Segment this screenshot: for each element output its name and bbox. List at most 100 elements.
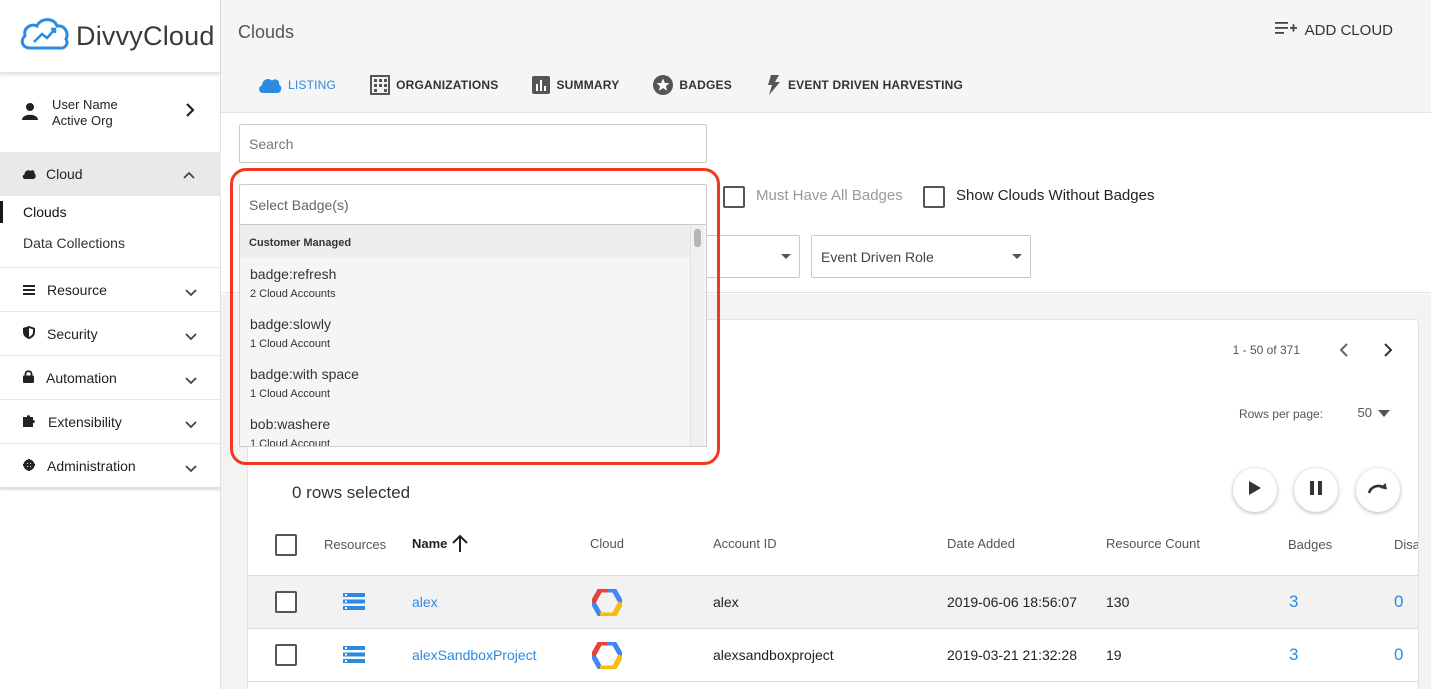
rows-per-page-select[interactable]: 50	[1358, 405, 1390, 420]
tab-label: SUMMARY	[556, 78, 620, 92]
previous-page-icon[interactable]	[1338, 342, 1350, 363]
table-row[interactable]: alex alex 2019-06-06 18:56:07 130 3 0	[248, 576, 1418, 629]
date-added: 2019-03-21 21:32:28	[947, 647, 1077, 663]
tab-listing[interactable]: LISTING	[258, 75, 336, 95]
tab-organizations[interactable]: ORGANIZATIONS	[370, 75, 498, 95]
show-without-badges-label: Show Clouds Without Badges	[956, 187, 1155, 204]
badges-count-link[interactable]: 3	[1289, 592, 1298, 612]
gear-icon	[23, 458, 35, 474]
column-header-date-added[interactable]: Date Added	[947, 536, 1015, 551]
badge-option-subtitle: 1 Cloud Account	[250, 338, 331, 350]
resource-count: 19	[1106, 647, 1122, 663]
resource-count: 130	[1106, 594, 1130, 610]
badges-count-link[interactable]: 3	[1289, 645, 1298, 665]
google-cloud-icon	[590, 640, 624, 674]
sidebar-item-resource[interactable]: Resource	[0, 267, 221, 311]
user-menu[interactable]: User Name Active Org	[0, 84, 221, 142]
chevron-down-icon	[185, 372, 197, 388]
pause-button[interactable]	[1294, 468, 1338, 512]
caret-down-icon	[781, 254, 791, 259]
row-checkbox[interactable]	[275, 644, 297, 666]
building-icon	[370, 75, 391, 95]
star-badge-icon	[653, 75, 674, 95]
tab-label: ORGANIZATIONS	[396, 78, 499, 92]
lightning-icon	[766, 75, 782, 95]
sidebar-item-label: Automation	[46, 369, 117, 386]
tab-label: BADGES	[679, 78, 732, 92]
chevron-down-icon	[185, 328, 197, 344]
show-without-badges-checkbox[interactable]	[923, 186, 945, 208]
sidebar: DivvyCloud User Name Active Org Cloud Cl…	[0, 0, 221, 689]
badge-option-subtitle: 2 Cloud Accounts	[250, 288, 336, 300]
google-cloud-icon	[590, 587, 624, 621]
playlist-add-icon	[1274, 21, 1297, 39]
tab-event-driven-harvesting[interactable]: EVENT DRIVEN HARVESTING	[766, 75, 963, 95]
sidebar-item-security[interactable]: Security	[0, 311, 221, 355]
badge-option[interactable]: badge:refresh 2 Cloud Accounts	[240, 258, 692, 308]
rows-per-page-label: Rows per page:	[1238, 407, 1323, 421]
event-driven-role-select[interactable]: Event Driven Role	[811, 235, 1031, 278]
resources-list-icon[interactable]	[343, 593, 365, 615]
column-header-disabled[interactable]: Disa	[1394, 537, 1418, 552]
disabled-count-link[interactable]: 0	[1394, 645, 1403, 665]
tab-label: EVENT DRIVEN HARVESTING	[787, 78, 964, 92]
badge-dropdown-menu: Customer Managed badge:refresh 2 Cloud A…	[239, 225, 707, 447]
logo-text: DivvyCloud	[76, 20, 215, 51]
tab-badges[interactable]: BADGES	[653, 75, 732, 95]
sidebar-item-label: Administration	[47, 457, 136, 474]
column-header-name[interactable]: Name	[412, 536, 447, 551]
arrow-up-icon[interactable]	[452, 534, 468, 557]
must-have-all-badges-checkbox[interactable]	[723, 186, 745, 208]
column-header-resources[interactable]: Resources	[324, 537, 386, 552]
sidebar-item-label: Security	[47, 325, 98, 342]
badge-option-subtitle: 1 Cloud Account	[250, 438, 331, 447]
resources-list-icon[interactable]	[343, 646, 365, 668]
column-header-account-id[interactable]: Account ID	[713, 536, 777, 551]
tab-label: LISTING	[288, 78, 337, 92]
cloud-name-link[interactable]: alex	[412, 594, 438, 610]
row-checkbox[interactable]	[275, 591, 297, 613]
sidebar-item-administration[interactable]: Administration	[0, 443, 221, 487]
date-added: 2019-06-06 18:56:07	[947, 594, 1077, 610]
scrollbar-thumb[interactable]	[694, 229, 701, 247]
column-header-cloud[interactable]: Cloud	[590, 536, 624, 551]
play-icon	[1249, 480, 1261, 500]
puzzle-icon	[23, 414, 36, 430]
cloud-name-link[interactable]: alexSandboxProject	[412, 647, 537, 663]
sidebar-item-clouds[interactable]: Clouds	[0, 197, 221, 227]
disabled-count-link[interactable]: 0	[1394, 592, 1403, 612]
search-input[interactable]: Search	[239, 124, 707, 163]
dropdown-group-header: Customer Managed	[240, 225, 692, 258]
bar-chart-icon	[532, 76, 551, 94]
play-button[interactable]	[1233, 468, 1277, 512]
tab-summary[interactable]: SUMMARY	[532, 75, 619, 95]
user-name: User Name	[52, 97, 118, 112]
app-root: DivvyCloud User Name Active Org Cloud Cl…	[0, 0, 1431, 689]
filter-select[interactable]	[706, 235, 800, 278]
chevron-right-icon	[185, 102, 195, 123]
dropdown-scrollbar[interactable]	[690, 225, 704, 446]
add-cloud-button[interactable]: ADD CLOUD	[1274, 21, 1393, 39]
sidebar-item-data-collections[interactable]: Data Collections	[0, 228, 221, 258]
column-header-badges[interactable]: Badges	[1288, 537, 1332, 552]
redo-button[interactable]	[1356, 468, 1400, 512]
badge-option-subtitle: 1 Cloud Account	[250, 388, 331, 400]
badge-option[interactable]: badge:slowly 1 Cloud Account	[240, 308, 692, 358]
badge-option[interactable]: badge:with space 1 Cloud Account	[240, 358, 692, 408]
sidebar-item-extensibility[interactable]: Extensibility	[0, 399, 221, 443]
add-cloud-label: ADD CLOUD	[1304, 21, 1393, 39]
sidebar-item-label: Cloud	[46, 166, 83, 182]
badge-select-input[interactable]: Select Badge(s)	[239, 184, 707, 225]
header: Clouds ADD CLOUD LISTING ORGANIZATIONS S…	[221, 0, 1431, 113]
table-row[interactable]: alexSandboxProject alexsandboxproject 20…	[248, 629, 1418, 682]
sidebar-item-automation[interactable]: Automation	[0, 355, 221, 399]
badge-option[interactable]: bob:washere 1 Cloud Account	[240, 408, 692, 447]
column-header-resource-count[interactable]: Resource Count	[1106, 536, 1200, 551]
account-id: alexsandboxproject	[713, 647, 834, 663]
chevron-down-icon	[185, 284, 197, 300]
select-all-checkbox[interactable]	[275, 534, 297, 556]
next-page-icon[interactable]	[1382, 342, 1394, 363]
logo[interactable]: DivvyCloud	[0, 0, 220, 73]
sidebar-item-cloud[interactable]: Cloud	[0, 152, 221, 196]
chevron-up-icon[interactable]	[183, 166, 195, 182]
